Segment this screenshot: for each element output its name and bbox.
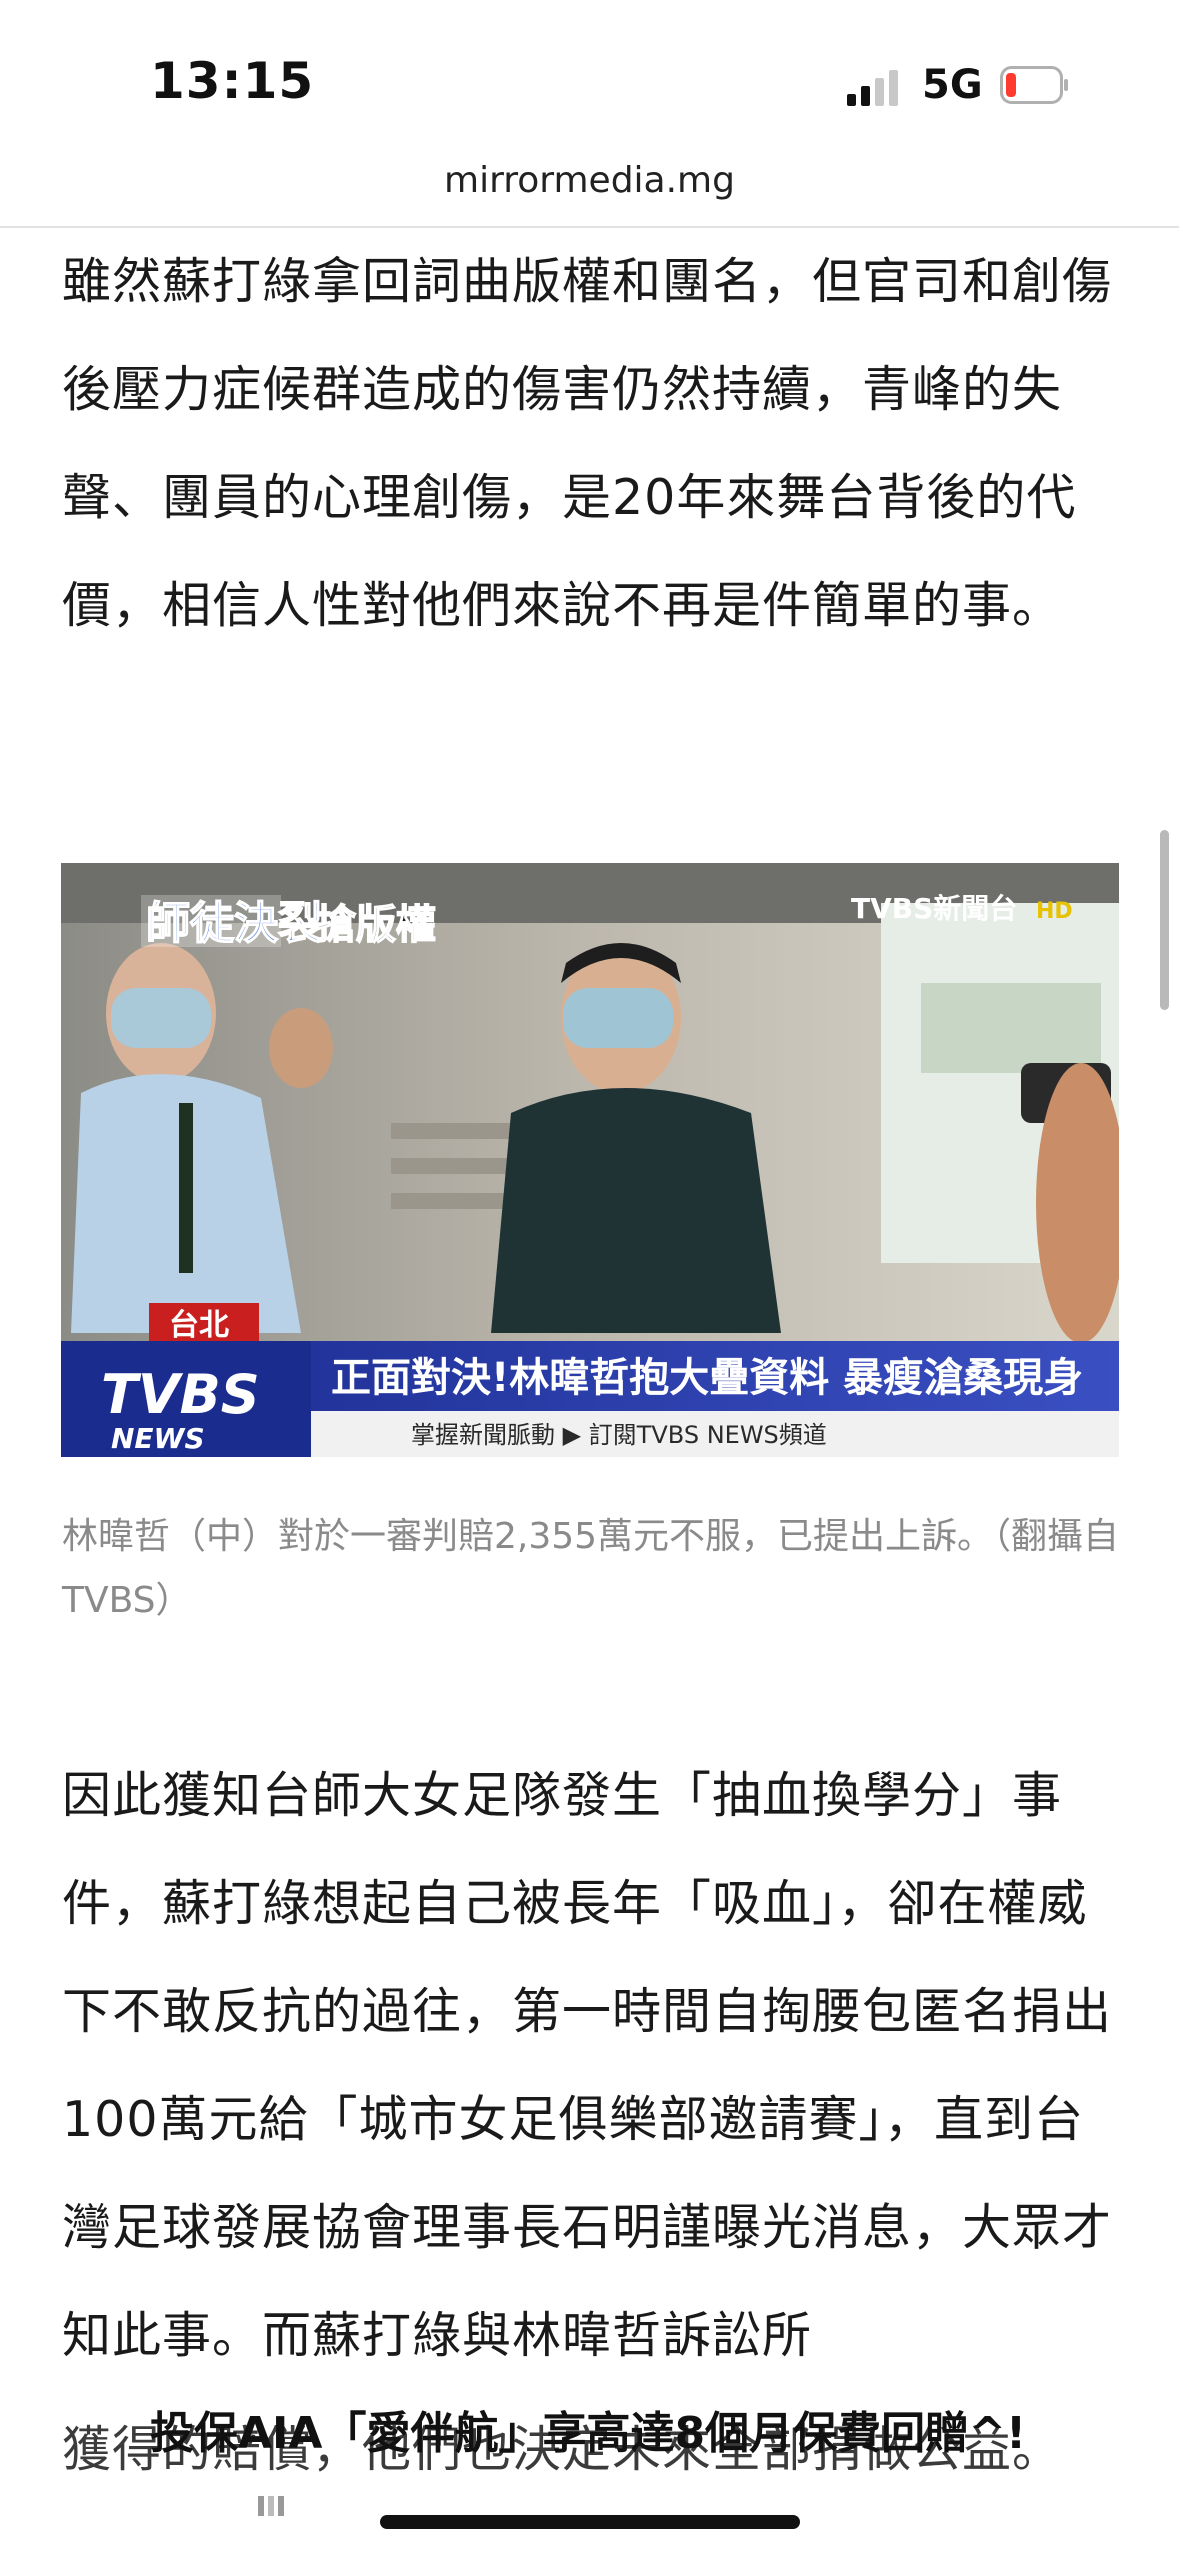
battery-low-icon — [1000, 66, 1068, 104]
banner-left-b: 搶版權 — [316, 902, 436, 948]
status-bar: 13:15 5G — [0, 0, 1179, 150]
cellular-signal-icon — [847, 70, 898, 106]
location-tag: 台北 — [169, 1308, 229, 1343]
article-paragraph: 雖然蘇打綠拿回詞曲版權和團名，但官司和創傷後壓力症候群造成的傷害仍然持續，青峰的… — [62, 253, 1113, 634]
home-indicator[interactable] — [380, 2515, 800, 2529]
hd-badge: HD — [1036, 899, 1073, 924]
scrollbar[interactable] — [1160, 830, 1169, 1010]
ad-banner[interactable]: 投保AIA「愛伴航」享高達8個月保費回贈^! — [150, 2404, 1050, 2464]
url-bar[interactable]: mirrormedia.mg — [0, 160, 1179, 201]
headline-text: 正面對決!林暐哲抱大疊資料 暴瘦滄桑現身 — [331, 1355, 1083, 1401]
status-time: 13:15 — [150, 52, 315, 110]
network-type: 5G — [922, 62, 983, 108]
news-logo-sub: NEWS — [111, 1422, 205, 1455]
article-paragraph: 因此獲知台師大女足隊發生「抽血換學分」事件，蘇打綠想起自己被長年「吸血」，卻在權… — [62, 1767, 1113, 2364]
channel-logo: TVBS新聞台 — [851, 892, 1017, 925]
news-logo: TVBS — [101, 1363, 260, 1426]
ticker-text: 掌握新聞脈動 ▶ 訂閱TVBS NEWS頻道 — [411, 1421, 827, 1449]
article-photo[interactable]: 師徒決裂 搶版權 TVBS新聞台 HD 台北 正面對決!林暐哲抱大疊資料 暴瘦滄… — [61, 863, 1119, 1457]
news-photo-svg: 師徒決裂 搶版權 TVBS新聞台 HD 台北 正面對決!林暐哲抱大疊資料 暴瘦滄… — [61, 863, 1119, 1457]
banner-left-a: 師徒決裂 — [146, 898, 322, 949]
ad-image-icon — [258, 2496, 284, 2516]
photo-caption: 林暐哲（中）對於一審判賠2,355萬元不服，已提出上訴。（翻攝自TVBS） — [62, 1516, 1120, 1621]
